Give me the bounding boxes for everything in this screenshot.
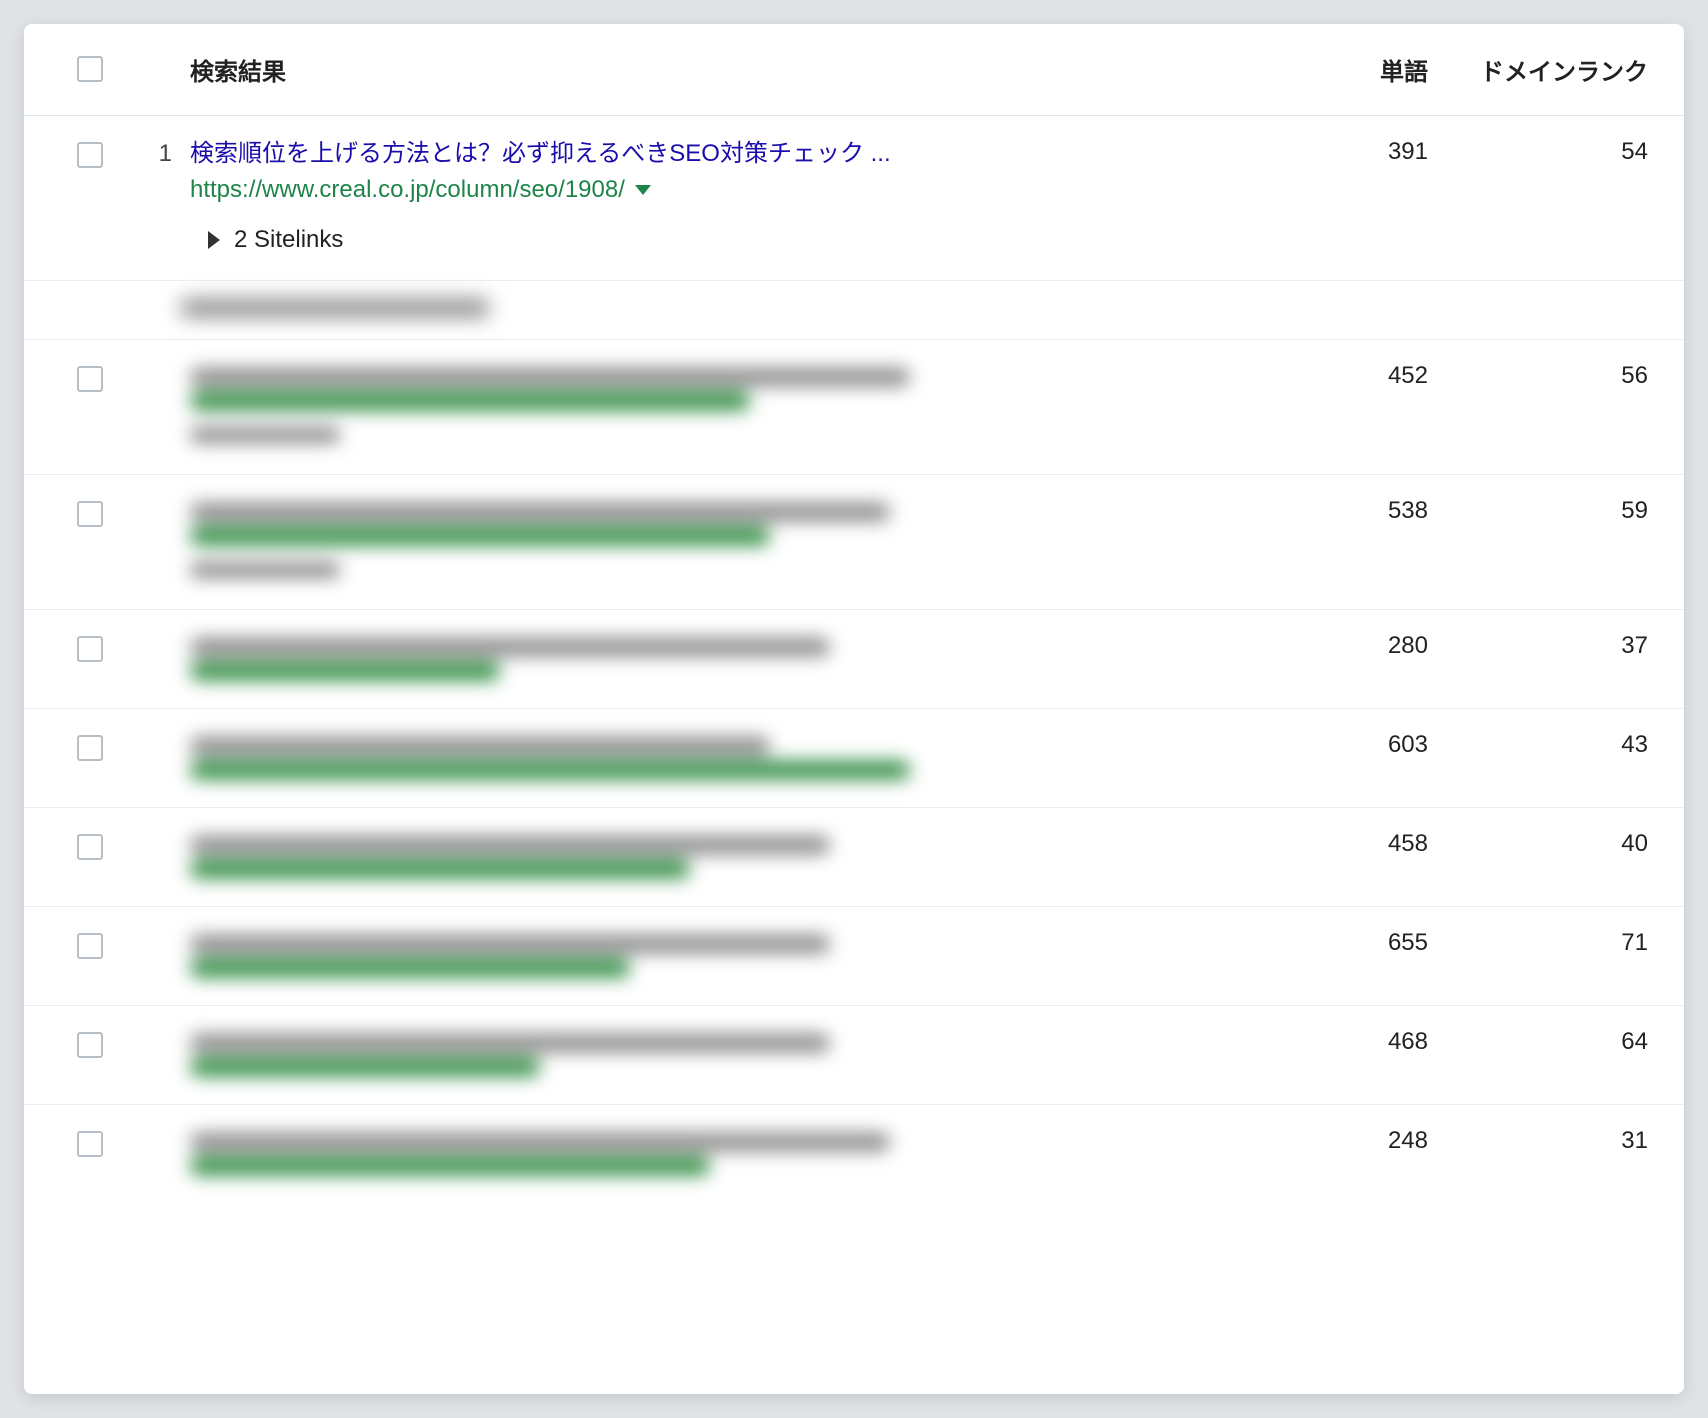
- domain-rank-value: 37: [1438, 632, 1658, 660]
- domain-rank-value: 59: [1438, 497, 1658, 525]
- table-row: 538 59: [24, 475, 1684, 610]
- result-url[interactable]: https://www.creal.co.jp/column/seo/1908/: [190, 176, 625, 204]
- result-cell: [190, 830, 1278, 884]
- words-value: 458: [1278, 830, 1438, 858]
- url-dropdown-icon[interactable]: [635, 185, 651, 195]
- result-cell: [190, 632, 1278, 686]
- table-header: 検索結果 単語 ドメインランク: [24, 24, 1684, 116]
- table-row: 458 40: [24, 808, 1684, 907]
- words-value: 280: [1278, 632, 1438, 660]
- words-value: 468: [1278, 1028, 1438, 1056]
- table-row: 468 64: [24, 1006, 1684, 1105]
- domain-rank-value: 56: [1438, 362, 1658, 390]
- table-row: 452 56: [24, 340, 1684, 475]
- result-cell: [190, 929, 1278, 983]
- result-cell: [190, 362, 1278, 448]
- col-header-words: 単語: [1278, 52, 1438, 87]
- row-checkbox[interactable]: [77, 366, 103, 392]
- position: 1: [130, 138, 190, 168]
- row-checkbox[interactable]: [77, 636, 103, 662]
- result-cell: 検索順位を上げる方法とは？必ず抑えるべきSEO対策チェック ... https:…: [190, 138, 1278, 254]
- words-value: 603: [1278, 731, 1438, 759]
- row-checkbox[interactable]: [77, 142, 103, 168]
- domain-rank-value: 71: [1438, 929, 1658, 957]
- domain-rank-value: 54: [1438, 138, 1658, 166]
- words-value: 655: [1278, 929, 1438, 957]
- result-title-link[interactable]: 検索順位を上げる方法とは？必ず抑えるべきSEO対策チェック ...: [190, 138, 891, 170]
- row-checkbox[interactable]: [77, 834, 103, 860]
- table-row: 248 31: [24, 1105, 1684, 1203]
- table-row: 1 検索順位を上げる方法とは？必ず抑えるべきSEO対策チェック ... http…: [24, 116, 1684, 281]
- words-value: 452: [1278, 362, 1438, 390]
- col-header-result: 検索結果: [190, 52, 1278, 87]
- result-cell: [190, 731, 1278, 785]
- domain-rank-value: 40: [1438, 830, 1658, 858]
- table-row: 603 43: [24, 709, 1684, 808]
- words-value: 538: [1278, 497, 1438, 525]
- row-checkbox[interactable]: [77, 735, 103, 761]
- col-header-domain-rank: ドメインランク: [1438, 52, 1658, 87]
- row-checkbox[interactable]: [77, 1032, 103, 1058]
- domain-rank-value: 64: [1438, 1028, 1658, 1056]
- blurred-segment: [24, 281, 1684, 340]
- sitelinks-label: 2 Sitelinks: [234, 226, 343, 254]
- table-row: 280 37: [24, 610, 1684, 709]
- domain-rank-value: 43: [1438, 731, 1658, 759]
- result-cell: [190, 1028, 1278, 1082]
- domain-rank-value: 31: [1438, 1127, 1658, 1155]
- results-panel: 検索結果 単語 ドメインランク 1 検索順位を上げる方法とは？必ず抑えるべきSE…: [24, 24, 1684, 1394]
- result-cell: [190, 497, 1278, 583]
- result-cell: [190, 1127, 1278, 1181]
- select-all-checkbox[interactable]: [77, 56, 103, 82]
- row-checkbox[interactable]: [77, 1131, 103, 1157]
- expand-icon: [208, 231, 220, 249]
- row-checkbox[interactable]: [77, 501, 103, 527]
- row-checkbox[interactable]: [77, 933, 103, 959]
- sitelinks-toggle[interactable]: 2 Sitelinks: [190, 226, 1278, 254]
- table-row: 655 71: [24, 907, 1684, 1006]
- words-value: 248: [1278, 1127, 1438, 1155]
- words-value: 391: [1278, 138, 1438, 166]
- results-table: 検索結果 単語 ドメインランク 1 検索順位を上げる方法とは？必ず抑えるべきSE…: [24, 24, 1684, 1203]
